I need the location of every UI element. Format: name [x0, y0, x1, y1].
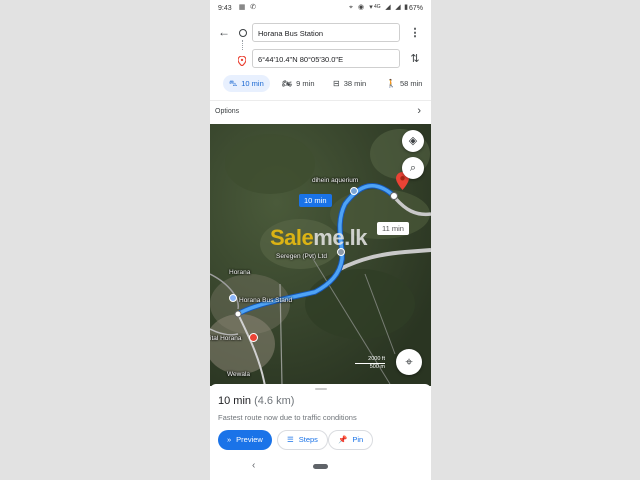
signal-icon-2: ◢ — [395, 4, 401, 11]
destination-pin-icon — [237, 53, 247, 67]
options-label: Options — [215, 108, 240, 115]
calendar-icon: ▦ — [238, 4, 246, 11]
map-view[interactable]: Saleme.lk dihein aquerium Seregen (Pvt) … — [210, 124, 431, 386]
origin-circle-icon — [239, 29, 247, 37]
status-time: 9:43 — [218, 5, 232, 12]
preview-label: Preview — [236, 435, 263, 444]
route-duration: 10 min — [218, 395, 252, 407]
pin-button[interactable]: 📌 Pin — [328, 430, 374, 450]
pin-icon: 📌 — [338, 435, 348, 444]
my-location-icon[interactable]: ⌖ — [396, 349, 422, 375]
drag-handle[interactable] — [315, 388, 327, 390]
car-icon: ⛍ — [229, 79, 238, 88]
hospital-marker[interactable] — [249, 333, 258, 342]
mode-drive-time: 10 min — [241, 79, 264, 88]
scale-m: 500 m — [355, 363, 385, 370]
label-horana: Horana — [229, 269, 251, 276]
mode-walk[interactable]: 🚶 58 min — [380, 75, 428, 92]
mode-motorcycle[interactable]: 🏍 9 min — [276, 75, 321, 92]
label-hospital: ital Horana — [210, 335, 242, 342]
mode-motorcycle-time: 9 min — [296, 79, 315, 88]
list-icon: ☰ — [287, 435, 294, 444]
network-type: 4G — [374, 4, 381, 10]
options-row[interactable]: Options › — [210, 100, 431, 123]
place-marker-seregen[interactable] — [337, 248, 345, 256]
route-connector — [242, 40, 244, 50]
layers-icon[interactable]: ◈ — [402, 130, 424, 152]
watermark-logo: Saleme.lk — [270, 225, 368, 251]
pin-label: Pin — [352, 435, 364, 444]
more-options-icon[interactable]: ⋮ — [409, 27, 421, 39]
route-time-badge[interactable]: 10 min — [299, 194, 332, 207]
battery-level: 67% — [408, 5, 423, 12]
mode-transit-time: 38 min — [343, 79, 367, 88]
destination-input[interactable]: 6°44'10.4"N 80°05'30.0"E — [252, 49, 400, 68]
preview-icon: » — [227, 435, 232, 444]
map-scale: 2000 ft 500 m — [355, 356, 385, 370]
watermark-part2: me.lk — [313, 225, 368, 250]
phone-screen: 9:43 ▦ ✆ ⌖ ◉ ▾ 4G ◢ ◢ ▮ 67% ← Horana Bus… — [210, 0, 431, 480]
route-distance: (4.6 km) — [254, 395, 295, 407]
eye-icon: ◉ — [357, 4, 365, 11]
alternate-route-badge[interactable]: 11 min — [377, 222, 409, 235]
walking-icon: 🚶 — [386, 79, 396, 88]
place-marker-aquarium[interactable] — [350, 187, 358, 195]
location-icon: ⌖ — [349, 4, 353, 11]
scale-ft: 2000 ft — [368, 356, 385, 362]
mode-transit[interactable]: ⊟ 38 min — [327, 75, 372, 92]
home-pill[interactable] — [313, 464, 328, 469]
back-arrow-icon[interactable]: ← — [217, 26, 231, 38]
mode-drive[interactable]: ⛍ 10 min — [223, 75, 270, 92]
place-marker-bus-stand[interactable] — [229, 294, 237, 302]
bus-icon: ⊟ — [333, 79, 340, 88]
steps-button[interactable]: ☰ Steps — [277, 430, 328, 450]
origin-input[interactable]: Horana Bus Station — [252, 23, 400, 42]
motorcycle-icon: 🏍 — [282, 79, 293, 88]
route-summary: 10 min (4.6 km) — [218, 395, 294, 407]
mode-walk-time: 58 min — [399, 79, 423, 88]
swap-icon[interactable]: ⇅ — [409, 53, 421, 65]
watermark-part1: Sale — [270, 225, 314, 250]
nav-back-icon[interactable]: ‹ — [252, 460, 255, 471]
route-summary-sheet: 10 min (4.6 km) Fastest route now due to… — [210, 384, 431, 480]
route-note: Fastest route now due to traffic conditi… — [218, 413, 357, 422]
steps-label: Steps — [298, 435, 318, 444]
signal-icon: ◢ — [385, 4, 391, 11]
status-bar: 9:43 ▦ ✆ ⌖ ◉ ▾ 4G ◢ ◢ ▮ 67% — [210, 0, 431, 18]
chevron-right-icon: › — [417, 105, 421, 117]
label-aquarium: dihein aquerium — [312, 177, 359, 184]
label-seregen: Seregen (Pvt) Ltd — [276, 253, 327, 260]
label-bus-stand: Horana Bus Stand — [239, 297, 293, 304]
search-icon[interactable]: ⌕ — [402, 157, 424, 179]
preview-button[interactable]: » Preview — [218, 430, 272, 450]
label-wewala: Wewala — [227, 371, 251, 378]
phone-icon: ✆ — [250, 4, 256, 11]
